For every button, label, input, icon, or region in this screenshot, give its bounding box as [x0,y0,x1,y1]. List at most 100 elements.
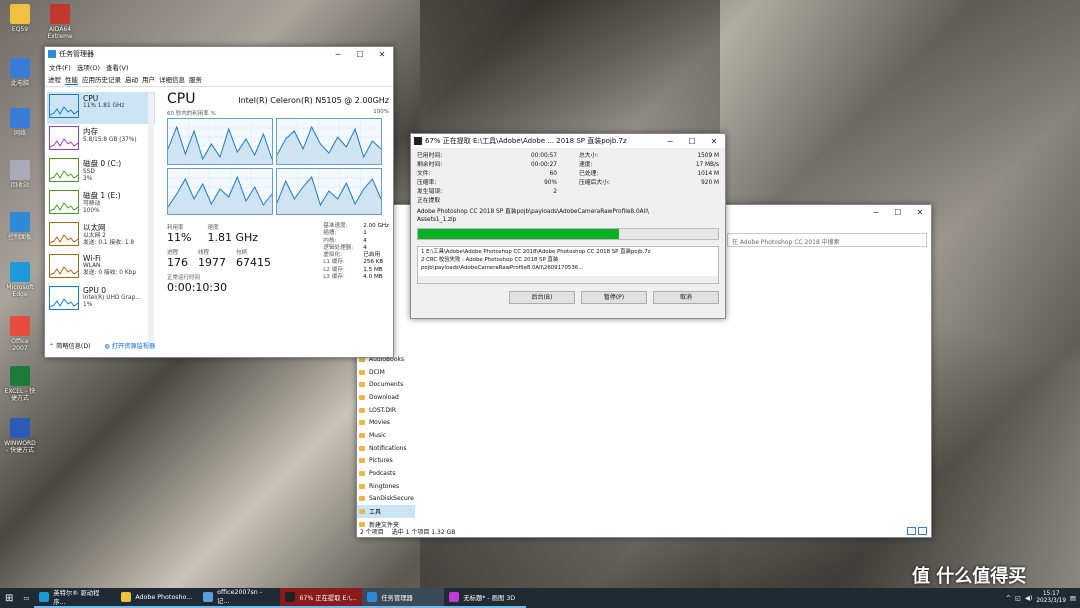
resource-detail: 发送: 0.1 接收: 1.8 [83,240,135,246]
desktop-shortcut[interactable]: EXCEL - 快捷方式 [4,366,36,402]
dialog-button[interactable]: 暂停(P) [581,291,647,304]
desktop-shortcut[interactable]: EQ59 [4,4,36,33]
detail-value: 1.5 MB [363,266,383,273]
resource-text: Wi-Fi WLAN 发送: 0 接收: 0 Kbp [83,254,136,282]
system-tray: ^ ◱ ◀) 15:17 2023/3/19 ▤ [1006,591,1080,605]
notification-icon[interactable]: ▤ [1070,595,1076,602]
close-icon[interactable]: ✕ [371,50,393,59]
scrollbar[interactable] [148,93,154,343]
zip-titlebar[interactable]: 67% 正在提取 E:\工具\Adobe\Adobe ... 2018 SP 直… [411,134,725,148]
large-icons-view-icon[interactable] [918,527,927,535]
resource-item[interactable]: CPU 11% 1.81 GHz [47,92,155,124]
folder-item[interactable]: LOST.DIR [357,404,415,417]
details-view-icon[interactable] [907,527,916,535]
horizontal-scrollbar[interactable] [418,276,718,283]
desktop-shortcut[interactable]: AIDA64 Extreme [44,4,76,40]
chevron-up-icon[interactable]: ^ [1006,595,1011,602]
taskbar-app[interactable]: office2007sn - 记... [198,588,281,608]
detail-key: L1 缓存: [323,259,345,266]
tab[interactable]: 应用历史记录 [82,74,121,85]
shortcut-label: EQ59 [11,26,29,33]
cpu-panel: CPU Intel(R) Celeron(R) N5105 @ 2.00GHz … [167,91,389,346]
maximize-icon[interactable]: ☐ [681,137,703,146]
handles-value: 67415 [236,256,271,269]
tab[interactable]: 用户 [142,74,155,85]
minimize-icon[interactable]: ─ [659,137,681,146]
tab[interactable]: 服务 [189,74,202,85]
log-text: E:\工具\Adobe\Adobe Photoshop CC 2018\Adob… [426,249,651,255]
tab[interactable]: 性能 [65,74,78,85]
folder-item[interactable]: Notifications [357,442,415,455]
brief-button[interactable]: ⌃ 简略信息(D) [49,341,91,350]
folder-icon [359,458,365,464]
resource-item[interactable]: 内存 5.8/15.8 GB (37%) [47,124,155,156]
folder-icon [359,432,365,438]
menu-item[interactable]: 查看(V) [106,62,129,72]
resource-item[interactable]: 磁盘 1 (E:) 可移动 100% [47,188,155,220]
desktop-shortcut[interactable]: WINWORD - 快捷方式 [4,418,36,454]
resource-name: Wi-Fi [83,254,101,263]
maximize-icon[interactable]: ☐ [887,208,909,217]
taskbar-app[interactable]: 67% 正在提取 E:\... [280,588,363,608]
desktop-shortcut[interactable]: 此电脑 [4,58,36,87]
folder-item[interactable]: Documents [357,378,415,391]
folder-item[interactable]: SanDiskSecure [357,493,415,506]
folder-item[interactable]: Movies [357,416,415,429]
folder-icon [359,407,365,413]
menu-item[interactable]: 选项(O) [77,62,100,72]
resource-item[interactable]: GPU 0 Intel(R) UHD Grap... 1% [47,284,155,316]
folder-item[interactable]: Music [357,429,415,442]
taskmgr-titlebar[interactable]: 任务管理器 ─ ☐ ✕ [45,47,393,61]
stat-key: 剩余时间: [417,162,443,168]
dialog-button[interactable]: 取消 [653,291,719,304]
folder-item[interactable]: Pictures [357,455,415,468]
folder-item[interactable]: Podcasts [357,467,415,480]
search-input[interactable]: 在 Adobe Photoshop CC 2018 中搜索 [727,233,927,247]
desktop-shortcut[interactable]: Office 2007 [4,316,36,352]
desktop-shortcut[interactable]: 控制面板 [4,212,36,241]
tab-bar: 进程 性能 应用历史记录 启动 用户 详细信息 服务 [45,73,393,87]
dialog-button[interactable]: 后台(B) [509,291,575,304]
resource-name: 磁盘 0 (C:) [83,159,122,168]
desktop-shortcut[interactable]: 网络 [4,108,36,137]
taskbar-app[interactable]: 无标题* - 画图 3D [444,588,527,608]
resource-item[interactable]: Wi-Fi WLAN 发送: 0 接收: 0 Kbp [47,252,155,284]
extract-progress-dialog[interactable]: 67% 正在提取 E:\工具\Adobe\Adobe ... 2018 SP 直… [410,133,726,319]
task-manager-window[interactable]: 任务管理器 ─ ☐ ✕ 文件(F) 选项(O) 查看(V) 进程 性能 应用历史记录 启动… [44,46,394,358]
network-icon[interactable]: ◱ [1015,595,1021,602]
open-resource-monitor-link[interactable]: ◍ 打开资源监视器 [105,341,156,350]
tab[interactable]: 启动 [125,74,138,85]
menu-item[interactable]: 文件(F) [49,62,71,72]
folder-item[interactable]: 工具 [357,505,415,518]
close-icon[interactable]: ✕ [703,137,725,146]
volume-icon[interactable]: ◀) [1025,595,1032,602]
detail-value: 256 KB [363,259,384,266]
minimize-icon[interactable]: ─ [865,208,887,217]
taskbar-app[interactable]: 英特尔® 驱动程序... [34,588,117,608]
start-button[interactable]: ⊞ [0,588,18,608]
folder-icon [359,382,365,388]
resource-item[interactable]: 以太网 以太网 2 发送: 0.1 接收: 1.8 [47,220,155,252]
desktop-shortcut[interactable]: Microsoft Edge [4,262,36,298]
tab[interactable]: 详细信息 [159,74,185,85]
minimize-icon[interactable]: ─ [327,50,349,59]
maximize-icon[interactable]: ☐ [349,50,371,59]
folder-item[interactable]: DCIM [357,366,415,379]
detail-row: L2 缓存: 1.5 MB [323,267,389,274]
taskbar-app[interactable]: 任务管理器 [362,588,445,608]
detail-key: 插槽: [323,230,337,237]
folder-item[interactable]: Ringtones [357,480,415,493]
resource-item[interactable]: 磁盘 0 (C:) SSD 3% [47,156,155,188]
error-log[interactable]: 1 E:\工具\Adobe\Adobe Photoshop CC 2018\Ad… [417,246,719,284]
task-view-button[interactable]: ▭ [18,588,34,608]
folder-label: 工具 [369,509,382,517]
stat-row: 已用时间: 00:00:57 [417,152,557,161]
shortcut-label: 此电脑 [10,80,29,87]
desktop-shortcut[interactable]: 回收站 [4,160,36,189]
folder-item[interactable]: Download [357,391,415,404]
close-icon[interactable]: ✕ [909,208,931,217]
clock[interactable]: 15:17 2023/3/19 [1036,591,1066,605]
tab[interactable]: 进程 [48,74,61,85]
taskbar-app[interactable]: Adobe Photosho... [116,588,199,608]
dialog-buttons: 后台(B) 暂停(P) 取消 [411,284,725,304]
